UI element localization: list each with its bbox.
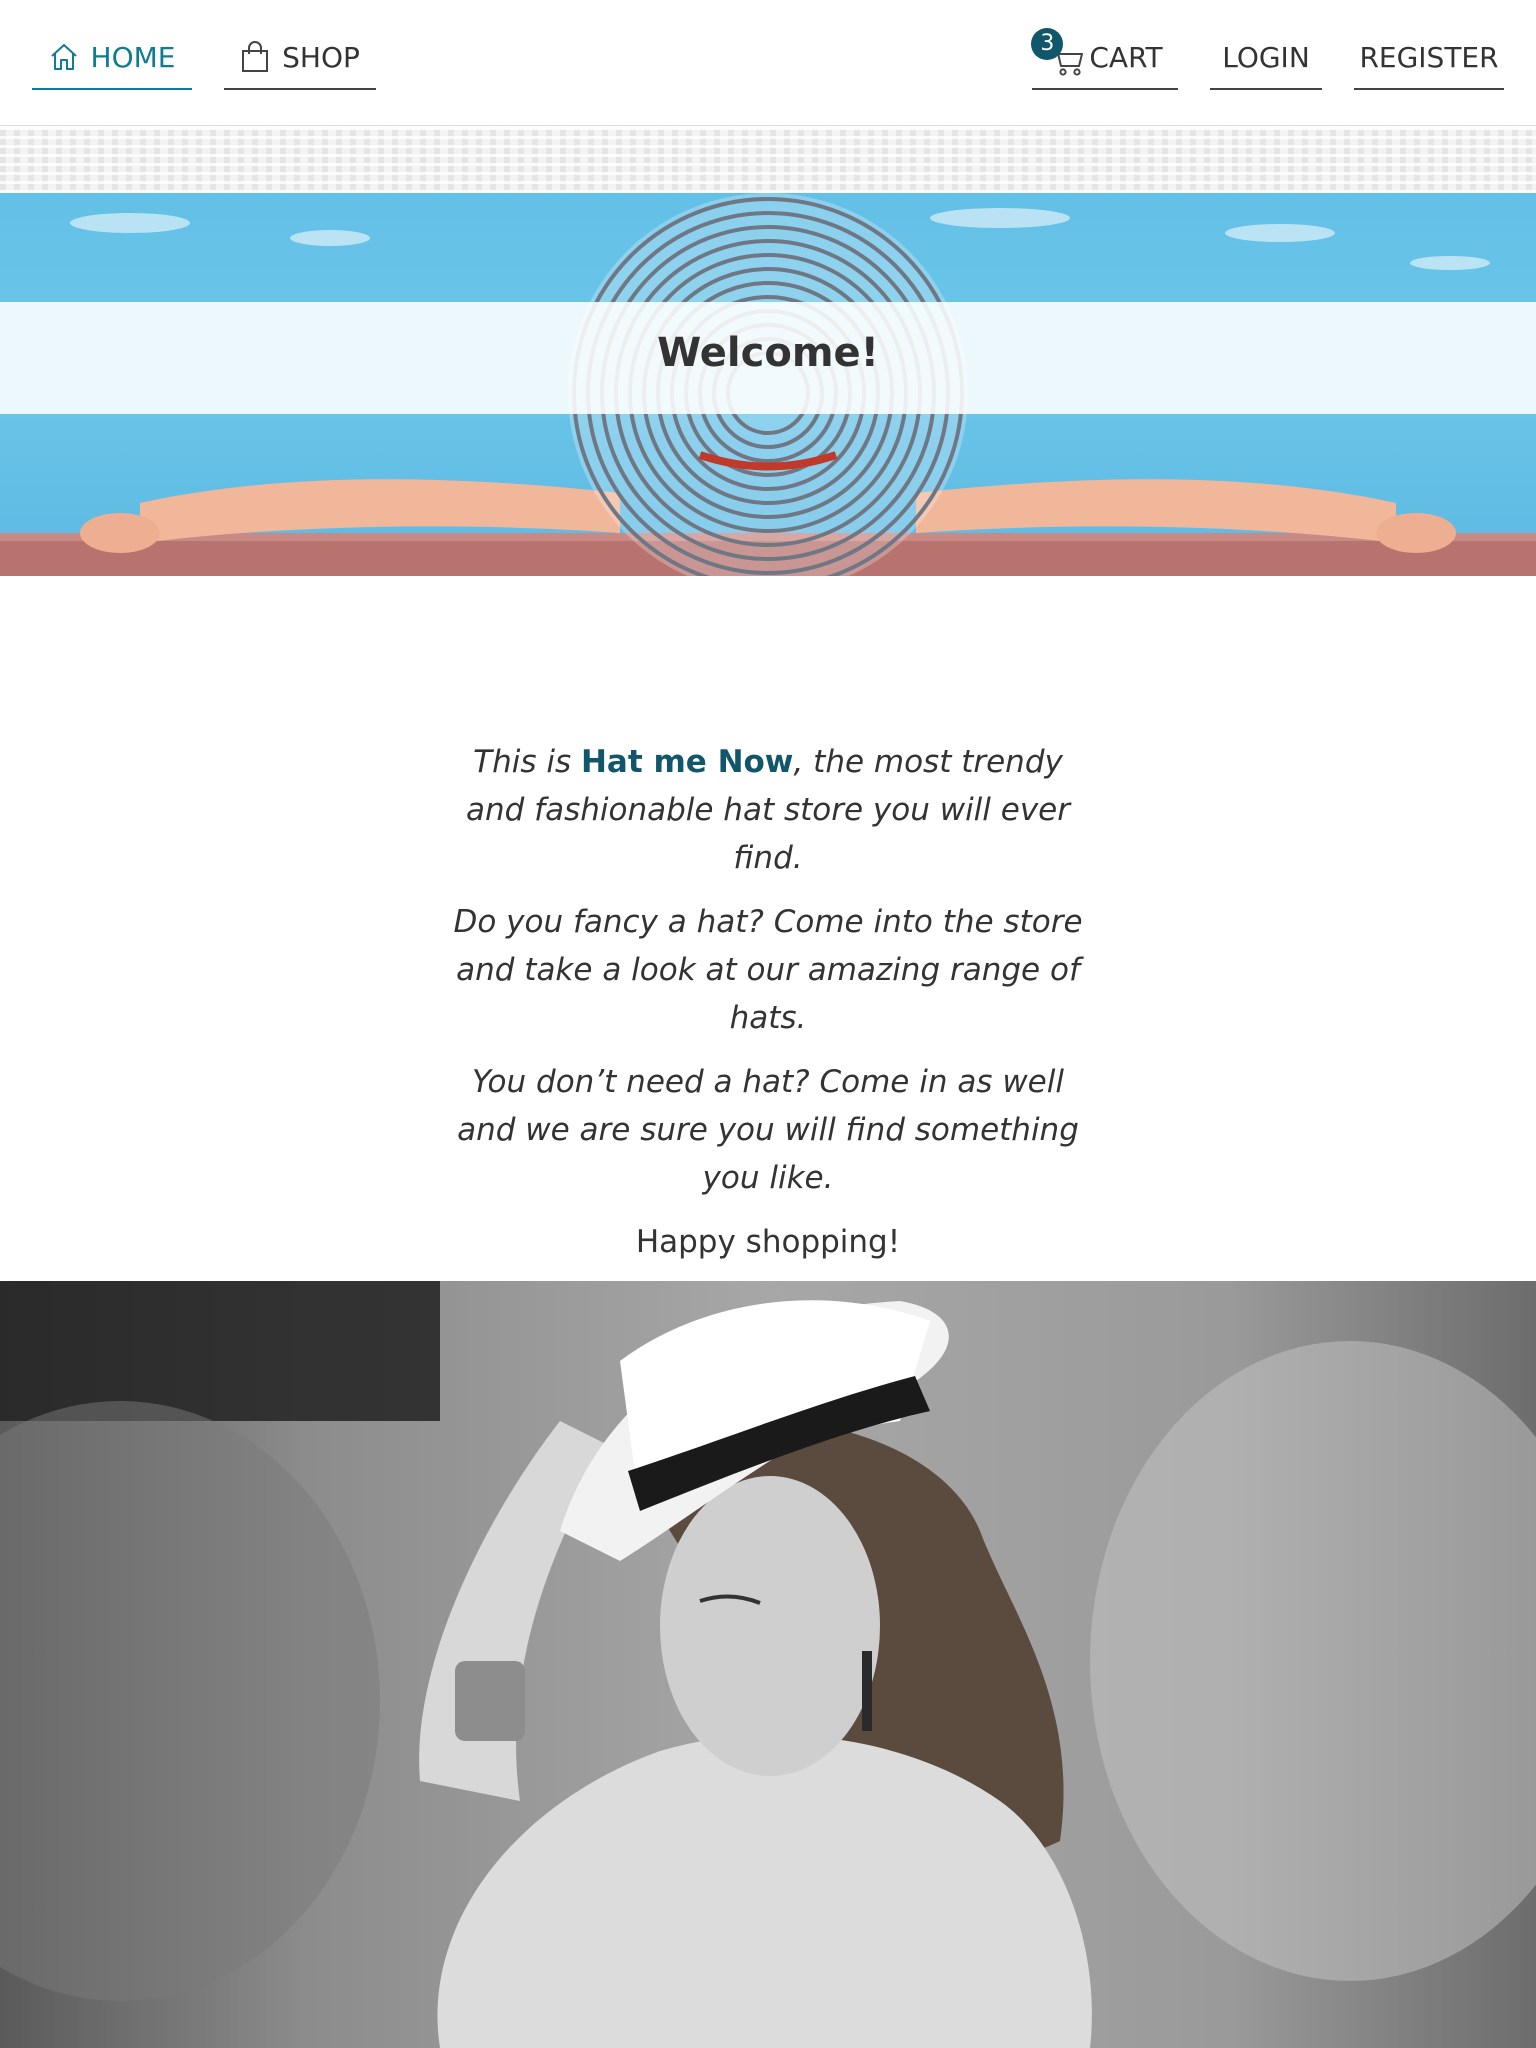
intro-paragraph-1: This is Hat me Now, the most trendy and …	[448, 738, 1088, 882]
top-navigation: HOME SHOP 3 CART LOGIN REGISTER	[0, 0, 1536, 126]
nav-shop-link[interactable]: SHOP	[224, 26, 376, 90]
nav-home-link[interactable]: HOME	[32, 26, 192, 90]
nav-cart-link[interactable]: 3 CART	[1031, 26, 1178, 90]
nav-register-link[interactable]: REGISTER	[1354, 26, 1504, 90]
model-hat-photo	[0, 1281, 1536, 2048]
hero-banner: Welcome!	[0, 193, 1536, 576]
nav-login-label: LOGIN	[1222, 40, 1310, 74]
home-icon	[49, 42, 79, 72]
brand-name-link[interactable]: Hat me Now	[581, 744, 793, 780]
intro-paragraph-2: Do you fancy a hat? Come into the store …	[453, 904, 1083, 1036]
intro-paragraph-4: Happy shopping!	[635, 1224, 901, 1260]
nav-home-label: HOME	[90, 40, 176, 74]
hero-title: Welcome!	[657, 330, 879, 376]
woman-in-hat-image	[0, 1281, 1536, 2048]
nav-cart-label: CART	[1089, 40, 1163, 74]
decorative-pattern-strip	[0, 127, 1536, 193]
nav-shop-label: SHOP	[282, 40, 360, 74]
intro-section: This is Hat me Now, the most trendy and …	[448, 738, 1088, 1282]
cart-icon: 3	[1031, 28, 1084, 76]
nav-register-label: REGISTER	[1359, 40, 1499, 74]
nav-login-link[interactable]: LOGIN	[1210, 26, 1322, 90]
shopping-bag-icon	[240, 41, 270, 73]
intro-p1-pre: This is	[473, 744, 581, 780]
intro-paragraph-3: You don’t need a hat? Come in as well an…	[457, 1064, 1079, 1196]
